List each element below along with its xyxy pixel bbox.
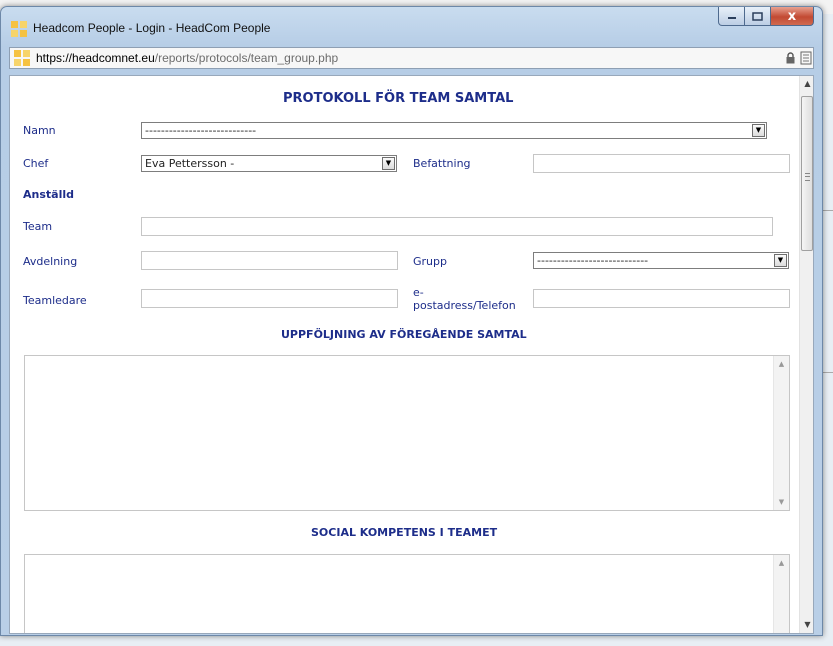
scroll-down-icon[interactable]: ▼ <box>774 494 789 510</box>
teamledare-label: Teamledare <box>23 294 87 307</box>
grip-icon <box>805 173 810 181</box>
scroll-down-icon[interactable]: ▼ <box>800 617 813 633</box>
site-icon <box>14 50 30 66</box>
popup-window: Headcom People - Login - HeadCom People … <box>0 6 823 636</box>
chef-label: Chef <box>23 157 49 170</box>
title-bar[interactable]: Headcom People - Login - HeadCom People … <box>1 7 822 45</box>
chevron-down-icon: ▼ <box>382 157 395 170</box>
minimize-button[interactable] <box>718 7 745 26</box>
team-label: Team <box>23 220 53 233</box>
chevron-down-icon: ▼ <box>752 124 765 137</box>
background-line <box>823 372 833 373</box>
epost-label-line1: e- <box>413 286 424 299</box>
scrollbar-thumb[interactable] <box>801 96 813 251</box>
maximize-button[interactable] <box>744 7 771 26</box>
befattning-label: Befattning <box>413 157 471 170</box>
uppfoljning-textarea[interactable]: ▲ ▼ <box>24 355 790 511</box>
scroll-up-icon[interactable]: ▲ <box>800 76 813 92</box>
textarea-scrollbar[interactable]: ▲ ▼ <box>773 356 789 510</box>
namn-select[interactable]: ---------------------------- ▼ <box>141 122 767 139</box>
textarea-scrollbar[interactable]: ▲ <box>773 555 789 633</box>
url-text: https://headcomnet.eu/reports/protocols/… <box>36 51 338 65</box>
window-title: Headcom People - Login - HeadCom People <box>33 21 271 35</box>
grupp-label: Grupp <box>413 255 447 268</box>
scroll-up-icon[interactable]: ▲ <box>774 356 789 372</box>
social-kompetens-textarea[interactable]: ▲ <box>24 554 790 633</box>
lock-icon[interactable] <box>785 52 796 64</box>
section-uppfoljning-title: UPPFÖLJNING AV FÖREGÅENDE SAMTAL <box>281 328 527 341</box>
compatibility-view-icon[interactable] <box>800 51 812 65</box>
epost-label-line2: postadress/Telefon <box>413 299 516 312</box>
anstalld-heading: Anställd <box>23 188 74 201</box>
teamledare-input[interactable] <box>141 289 398 308</box>
grupp-select[interactable]: ---------------------------- ▼ <box>533 252 789 269</box>
address-bar[interactable]: https://headcomnet.eu/reports/protocols/… <box>9 47 814 69</box>
maximize-icon <box>752 11 763 21</box>
namn-label: Namn <box>23 124 56 137</box>
url-domain: https://headcomnet.eu <box>36 51 155 65</box>
avdelning-label: Avdelning <box>23 255 78 268</box>
chevron-down-icon: ▼ <box>774 254 787 267</box>
app-icon <box>11 21 27 37</box>
team-input[interactable] <box>141 217 773 236</box>
close-button[interactable]: x <box>770 7 814 26</box>
chef-select[interactable]: Eva Pettersson - ▼ <box>141 155 397 172</box>
form-title: PROTOKOLL FÖR TEAM SAMTAL <box>283 91 514 106</box>
avdelning-input[interactable] <box>141 251 398 270</box>
namn-selected-value: ---------------------------- <box>145 124 257 137</box>
minimize-icon <box>727 17 736 19</box>
scroll-up-icon[interactable]: ▲ <box>774 555 789 571</box>
chef-selected-value: Eva Pettersson - <box>145 157 235 170</box>
befattning-input[interactable] <box>533 154 790 173</box>
background-line <box>823 210 833 211</box>
close-icon: x <box>787 8 797 24</box>
url-path: /reports/protocols/team_group.php <box>154 51 339 65</box>
page-content: PROTOKOLL FÖR TEAM SAMTAL Namn ---------… <box>9 75 814 634</box>
page-scrollbar[interactable]: ▲ ▼ <box>799 76 813 633</box>
epost-telefon-input[interactable] <box>533 289 790 308</box>
section-social-kompetens-title: SOCIAL KOMPETENS I TEAMET <box>311 526 498 539</box>
grupp-selected-value: ---------------------------- <box>537 254 649 267</box>
